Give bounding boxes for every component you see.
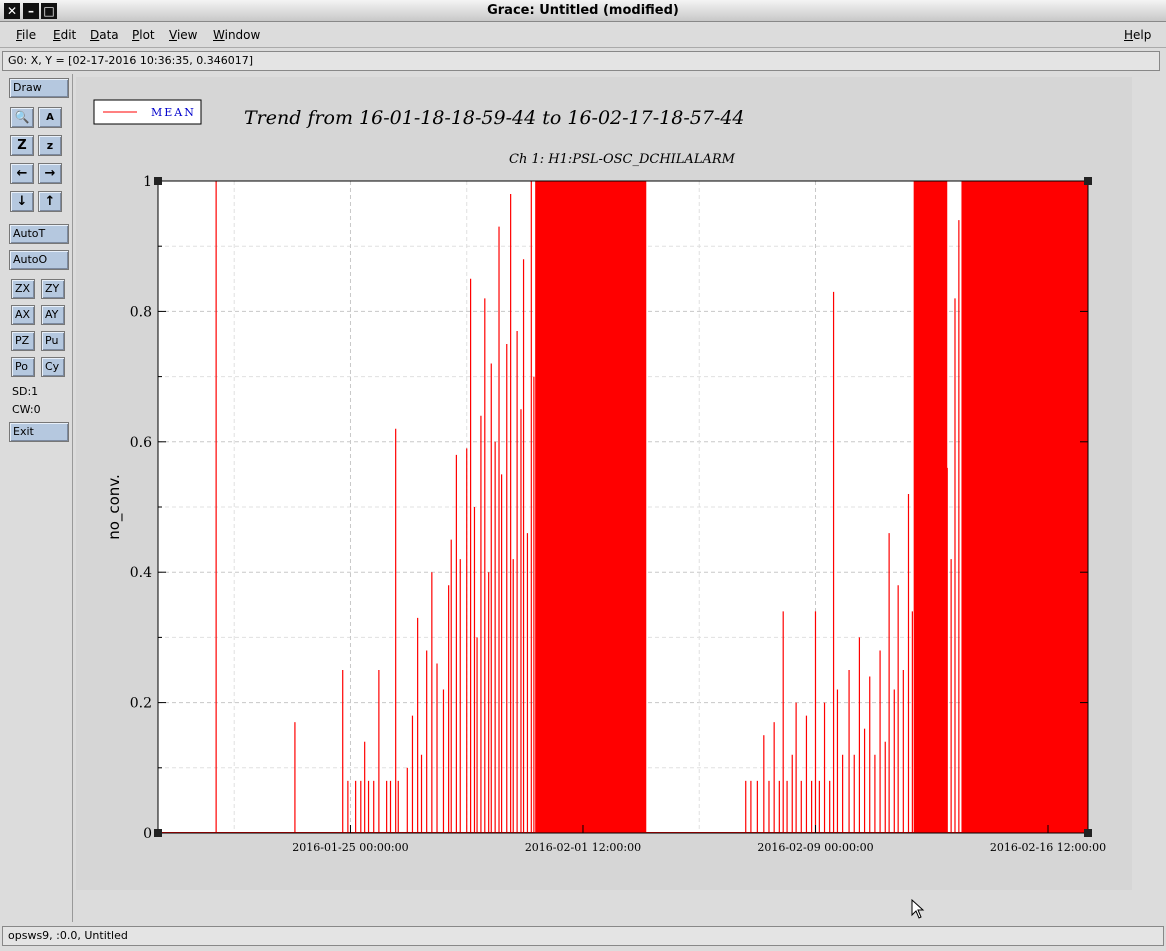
zx-button[interactable]: ZX bbox=[11, 279, 35, 299]
window-title: Grace: Untitled (modified) bbox=[487, 3, 679, 18]
legend-label: MEAN bbox=[151, 106, 196, 119]
zoom-icon[interactable]: 🔍 bbox=[10, 107, 34, 128]
selection-handle-tr[interactable] bbox=[1084, 177, 1092, 185]
arrow-left-icon[interactable]: ← bbox=[10, 163, 34, 184]
zy-button[interactable]: ZY bbox=[41, 279, 65, 299]
menu-help[interactable]: Help bbox=[1124, 28, 1151, 42]
status-bar: opsws9, :0.0, Untitled bbox=[2, 926, 1164, 946]
autot-button[interactable]: AutoT bbox=[9, 224, 69, 244]
locator-readout: G0: X, Y = [02-17-2016 10:36:35, 0.34601… bbox=[2, 51, 1160, 71]
menu-bar: File Edit Data Plot View Window Help bbox=[0, 24, 1166, 48]
menu-edit[interactable]: Edit bbox=[53, 28, 76, 42]
y-tick-label: 0.8 bbox=[130, 304, 152, 320]
autoo-button[interactable]: AutoO bbox=[9, 250, 69, 270]
mouse-cursor-icon bbox=[911, 899, 925, 919]
trend-chart: 0 0.2 0.4 0.6 0.8 1 2016-01-25 00:00:00 2016-02… bbox=[76, 77, 1132, 890]
text-tool-icon[interactable]: A bbox=[38, 107, 62, 128]
y-tick-label: 1 bbox=[143, 174, 152, 190]
plot-canvas[interactable]: 0 0.2 0.4 0.6 0.8 1 2016-01-25 00:00:00 2016-02… bbox=[76, 77, 1132, 890]
chart-subtitle: Ch 1: H1:PSL-OSC_DCHILALARM bbox=[509, 152, 736, 167]
arrow-right-icon[interactable]: → bbox=[38, 163, 62, 184]
arrow-up-icon[interactable]: ↑ bbox=[38, 191, 62, 212]
y-tick-label: 0.2 bbox=[130, 696, 152, 712]
draw-button[interactable]: Draw bbox=[9, 78, 69, 98]
legend: MEAN bbox=[93, 99, 202, 125]
pz-button[interactable]: PZ bbox=[11, 331, 35, 351]
zoom-in-z-icon[interactable]: Z bbox=[10, 135, 34, 156]
x-tick-label: 2016-02-09 00:00:00 bbox=[757, 841, 873, 854]
ax-button[interactable]: AX bbox=[11, 305, 35, 325]
y-axis-label: no_conv. bbox=[105, 474, 124, 540]
x-tick-label: 2016-02-16 12:00:00 bbox=[990, 841, 1106, 854]
zoom-out-z-icon[interactable]: z bbox=[38, 135, 62, 156]
x-tick-label: 2016-01-25 00:00:00 bbox=[292, 841, 408, 854]
chart-title: Trend from 16-01-18-18-59-44 to 16-02-17… bbox=[244, 107, 745, 129]
title-bar: ✕ – □ Grace: Untitled (modified) bbox=[0, 0, 1166, 22]
y-tick-label: 0.4 bbox=[130, 565, 152, 581]
cw-label: CW:0 bbox=[12, 403, 41, 416]
menu-file[interactable]: File bbox=[16, 28, 36, 42]
selection-handle-tl[interactable] bbox=[154, 177, 162, 185]
ay-button[interactable]: AY bbox=[41, 305, 65, 325]
selection-handle-br[interactable] bbox=[1084, 829, 1092, 837]
y-tick-label: 0.6 bbox=[130, 435, 152, 451]
menu-plot[interactable]: Plot bbox=[132, 28, 155, 42]
selection-handle-bl[interactable] bbox=[154, 829, 162, 837]
exit-button[interactable]: Exit bbox=[9, 422, 69, 442]
po-button[interactable]: Po bbox=[11, 357, 35, 377]
x-tick-label: 2016-02-01 12:00:00 bbox=[525, 841, 641, 854]
cy-button[interactable]: Cy bbox=[41, 357, 65, 377]
menu-window[interactable]: Window bbox=[213, 28, 260, 42]
mean-filled-band bbox=[535, 181, 647, 833]
y-tick-label: 0 bbox=[143, 826, 152, 842]
sd-label: SD:1 bbox=[12, 385, 39, 398]
menu-data[interactable]: Data bbox=[90, 28, 119, 42]
pu-button[interactable]: Pu bbox=[41, 331, 65, 351]
menu-view[interactable]: View bbox=[169, 28, 197, 42]
arrow-down-icon[interactable]: ↓ bbox=[10, 191, 34, 212]
toolbar: Draw 🔍 A Z z ← → ↓ ↑ AutoT AutoO ZX ZY A… bbox=[4, 74, 73, 922]
